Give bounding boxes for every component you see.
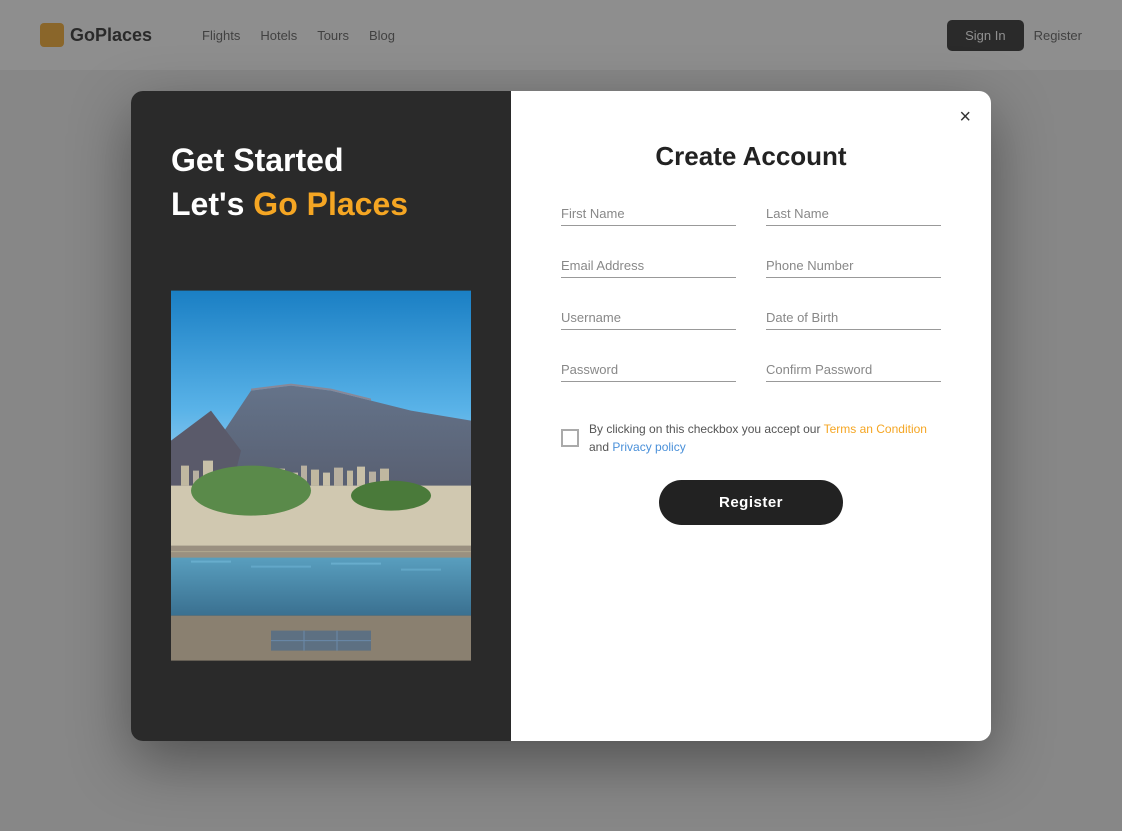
phone-field <box>766 254 941 278</box>
terms-checkbox[interactable] <box>561 429 579 447</box>
terms-row: By clicking on this checkbox you accept … <box>561 420 941 456</box>
modal-overlay: Get Started Let's Go Places <box>0 0 1122 831</box>
close-button[interactable]: × <box>959 107 971 127</box>
username-field <box>561 306 736 330</box>
username-input[interactable] <box>561 306 736 330</box>
dob-input[interactable] <box>766 306 941 330</box>
privacy-link[interactable]: Privacy policy <box>612 440 685 454</box>
phone-input[interactable] <box>766 254 941 278</box>
modal-title-line1: Get Started <box>171 141 471 179</box>
terms-middle: and <box>589 440 612 454</box>
modal-left-panel: Get Started Let's Go Places <box>131 91 511 741</box>
email-input[interactable] <box>561 254 736 278</box>
terms-prefix: By clicking on this checkbox you accept … <box>589 422 824 436</box>
modal-subtitle-plain: Let's <box>171 186 253 222</box>
first-name-field <box>561 202 736 226</box>
landscape-svg <box>171 251 471 700</box>
password-field <box>561 358 736 382</box>
first-name-input[interactable] <box>561 202 736 226</box>
password-input[interactable] <box>561 358 736 382</box>
confirm-password-input[interactable] <box>766 358 941 382</box>
terms-text: By clicking on this checkbox you accept … <box>589 420 941 456</box>
modal-image <box>171 251 471 700</box>
form-title: Create Account <box>561 141 941 172</box>
modal-subtitle-highlight: Go Places <box>253 186 408 222</box>
last-name-input[interactable] <box>766 202 941 226</box>
terms-link[interactable]: Terms an Condition <box>824 422 927 436</box>
confirm-password-field <box>766 358 941 382</box>
modal-right-panel: × Create Account <box>511 91 991 741</box>
email-field <box>561 254 736 278</box>
last-name-field <box>766 202 941 226</box>
dob-field <box>766 306 941 330</box>
modal: Get Started Let's Go Places <box>131 91 991 741</box>
form-grid <box>561 202 941 410</box>
register-button[interactable]: Register <box>659 480 843 525</box>
registration-form: By clicking on this checkbox you accept … <box>561 202 941 525</box>
modal-title-line2: Let's Go Places <box>171 185 471 223</box>
